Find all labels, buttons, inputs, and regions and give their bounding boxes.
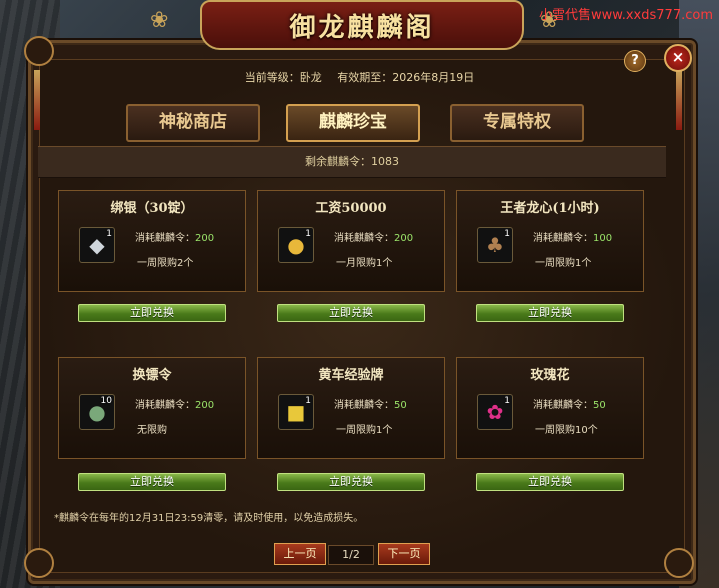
- current-level: 当前等级：卧龙: [244, 71, 322, 84]
- cost-value: 200: [195, 233, 215, 244]
- help-button[interactable]: ?: [624, 50, 646, 72]
- exchange-button[interactable]: 立即兑换: [476, 473, 624, 491]
- exchange-button[interactable]: 立即兑换: [78, 473, 226, 491]
- info-line: 当前等级：卧龙 有效期至：2026年8月19日: [0, 69, 719, 85]
- page-title: 御龙麒麟阁: [289, 12, 435, 43]
- item-limit: 一周限购2个: [137, 258, 194, 269]
- item-cost: 消耗麒麟令：200: [135, 229, 214, 244]
- corner-ornament-bl: [24, 548, 54, 578]
- exchange-button[interactable]: 立即兑换: [277, 473, 425, 491]
- silver-ingot-icon[interactable]: ◆ 1: [79, 227, 115, 263]
- cost-label: 消耗麒麟令：: [533, 233, 593, 244]
- cost-label: 消耗麒麟令：: [135, 233, 195, 244]
- rose-icon[interactable]: ✿ 1: [477, 394, 513, 430]
- item-cost: 消耗麒麟令：200: [334, 229, 413, 244]
- dragon-heart-icon[interactable]: ♣ 1: [477, 227, 513, 263]
- remaining-tokens: 剩余麒麟令：1083: [38, 146, 666, 178]
- exchange-button[interactable]: 立即兑换: [476, 304, 624, 322]
- ornament-left-icon: ❀: [150, 8, 169, 33]
- item-cost: 消耗麒麟令：200: [135, 396, 214, 411]
- gold-coins-icon[interactable]: ● 1: [278, 227, 314, 263]
- escort-token-icon[interactable]: ● 10: [79, 394, 115, 430]
- item-name: 黄车经验牌: [318, 368, 384, 383]
- item-limit: 无限购: [137, 425, 167, 436]
- next-page-button[interactable]: 下一页: [378, 543, 430, 565]
- expire-date: 有效期至：2026年8月19日: [337, 71, 475, 84]
- item-limit: 一周限购1个: [535, 258, 592, 269]
- item-cost: 消耗麒麟令：100: [533, 229, 612, 244]
- exchange-button[interactable]: 立即兑换: [78, 304, 226, 322]
- prev-page-button[interactable]: 上一页: [274, 543, 326, 565]
- item-cost: 消耗麒麟令：50: [533, 396, 606, 411]
- tab-qilin-treasure[interactable]: 麒麟珍宝: [286, 104, 420, 142]
- cost-value: 200: [394, 233, 414, 244]
- item-name: 玫瑰花: [530, 368, 570, 383]
- item-card: 绑银（30锭） ◆ 1 消耗麒麟令：200 一周限购2个: [58, 190, 246, 292]
- cost-label: 消耗麒麟令：: [334, 233, 394, 244]
- item-qty: 1: [305, 396, 311, 406]
- item-card: 玫瑰花 ✿ 1 消耗麒麟令：50 一周限购10个: [456, 357, 644, 459]
- cost-label: 消耗麒麟令：: [135, 400, 195, 411]
- cost-value: 50: [394, 400, 407, 411]
- exchange-button[interactable]: 立即兑换: [277, 304, 425, 322]
- corner-ornament-br: [664, 548, 694, 578]
- tab-exclusive-privilege[interactable]: 专属特权: [450, 104, 584, 142]
- tab-mystery-shop[interactable]: 神秘商店: [126, 104, 260, 142]
- item-card: 黄车经验牌 ■ 1 消耗麒麟令：50 一周限购1个: [257, 357, 445, 459]
- reset-notice: *麒麟令在每年的12月31日23:59清零，请及时使用，以免造成损失。: [54, 513, 364, 524]
- item-limit: 一周限购10个: [535, 425, 598, 436]
- item-limit: 一月限购1个: [336, 258, 393, 269]
- watermark: 小雪代售www.xxds777.com: [539, 8, 713, 23]
- cost-value: 50: [593, 400, 606, 411]
- cost-value: 200: [195, 400, 215, 411]
- item-qty: 1: [106, 229, 112, 239]
- item-name: 绑银（30锭）: [110, 201, 194, 216]
- title-plaque: 御龙麒麟阁: [200, 0, 524, 50]
- corner-ornament-tl: [24, 36, 54, 66]
- item-qty: 10: [100, 396, 112, 406]
- cost-label: 消耗麒麟令：: [334, 400, 394, 411]
- item-cost: 消耗麒麟令：50: [334, 396, 407, 411]
- item-name: 工资50000: [315, 201, 387, 216]
- item-qty: 1: [504, 229, 510, 239]
- yellow-cart-icon[interactable]: ■ 1: [278, 394, 314, 430]
- cost-label: 消耗麒麟令：: [533, 400, 593, 411]
- item-card: 工资50000 ● 1 消耗麒麟令：200 一月限购1个: [257, 190, 445, 292]
- item-name: 换镖令: [132, 368, 172, 383]
- item-card: 王者龙心(1小时) ♣ 1 消耗麒麟令：100 一周限购1个: [456, 190, 644, 292]
- item-qty: 1: [504, 396, 510, 406]
- item-card: 换镖令 ● 10 消耗麒麟令：200 无限购: [58, 357, 246, 459]
- close-button[interactable]: ×: [664, 44, 692, 72]
- page-indicator: 1/2: [328, 545, 374, 565]
- item-name: 王者龙心(1小时): [500, 201, 600, 216]
- cost-value: 100: [593, 233, 613, 244]
- item-limit: 一周限购1个: [336, 425, 393, 436]
- item-qty: 1: [305, 229, 311, 239]
